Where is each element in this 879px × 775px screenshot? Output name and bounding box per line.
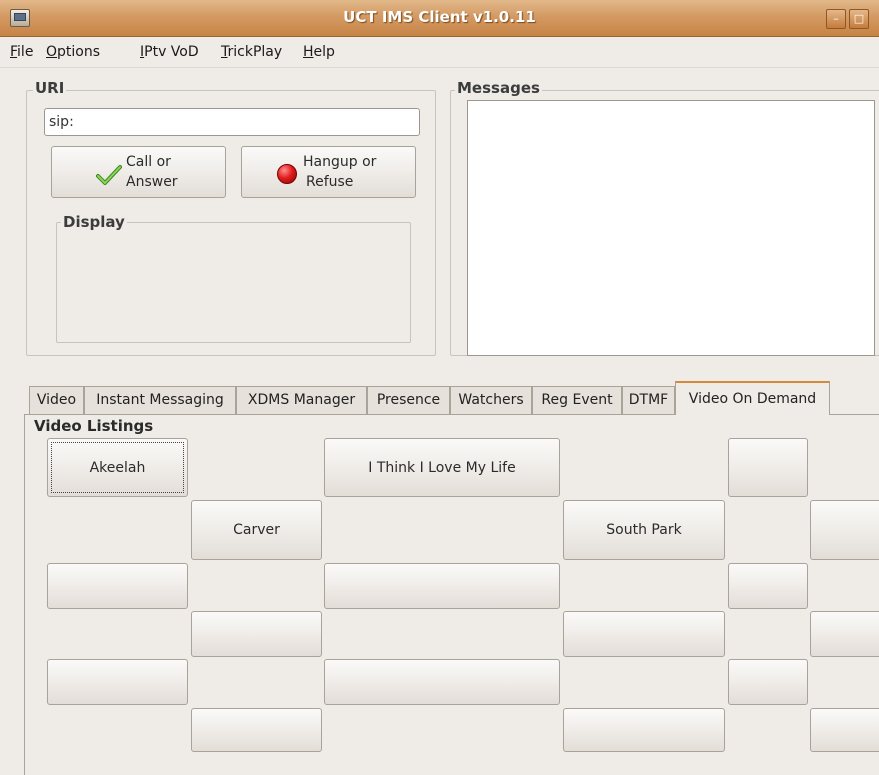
video-button[interactable] [810,500,879,560]
video-button-label: South Park [606,522,682,538]
hangup-label-line2: Refuse [306,174,354,190]
window-title: UCT IMS Client v1.0.11 [343,8,536,26]
video-button[interactable] [47,659,188,705]
video-button[interactable] [324,659,560,705]
menu-iptv-vod[interactable]: IPtv VoD [140,44,199,60]
video-button-akeelah[interactable]: Akeelah [47,438,188,497]
video-button-south-park[interactable]: South Park [563,500,725,560]
video-button-label: Akeelah [89,459,146,476]
video-button-carver[interactable]: Carver [191,500,322,560]
video-button[interactable] [728,563,808,609]
video-button[interactable] [191,611,322,657]
tab-xdms-manager[interactable]: XDMS Manager [236,386,367,414]
tab-watchers[interactable]: Watchers [450,386,532,414]
menu-options[interactable]: Options [46,44,100,60]
video-button-label: Carver [233,522,280,538]
uri-group-label: URI [33,79,67,97]
tab-presence[interactable]: Presence [367,386,450,414]
hangup-refuse-button[interactable]: Hangup or Refuse [241,146,416,198]
video-button[interactable] [728,438,808,497]
check-icon [96,165,122,185]
call-label-line2: Answer [126,174,178,190]
messages-textarea[interactable] [467,100,875,356]
video-listings-label: Video Listings [34,417,154,435]
tab-video-on-demand[interactable]: Video On Demand [675,381,830,415]
red-circle-icon [277,164,297,184]
video-button[interactable] [563,708,725,752]
menu-file[interactable]: File [10,44,33,60]
video-button[interactable] [810,708,879,752]
tab-video[interactable]: Video [29,386,84,414]
display-group [56,222,411,343]
tab-reg-event[interactable]: Reg Event [532,386,622,414]
video-button[interactable] [324,563,560,609]
menu-trickplay[interactable]: TrickPlay [221,44,282,60]
tab-instant-messaging[interactable]: Instant Messaging [84,386,236,414]
call-label-line1: Call or [126,154,171,170]
video-button[interactable] [810,611,879,657]
video-button-label: I Think I Love My Life [368,459,516,476]
video-button[interactable] [191,708,322,752]
tab-dtmf[interactable]: DTMF [622,386,675,414]
call-answer-button[interactable]: Call or Answer [51,146,226,198]
title-bar: UCT IMS Client v1.0.11 – □ [0,0,879,37]
video-button[interactable] [47,563,188,609]
video-button[interactable] [563,611,725,657]
video-button[interactable] [728,659,808,705]
display-group-label: Display [61,213,127,231]
menu-bar: File Options IPtv VoD TrickPlay Help [0,37,879,68]
minimize-button[interactable]: – [826,9,846,29]
hangup-label-line1: Hangup or [303,154,377,170]
menu-help[interactable]: Help [303,44,335,60]
maximize-button[interactable]: □ [849,9,869,29]
video-button-i-think-i-love-my-life[interactable]: I Think I Love My Life [324,438,560,497]
messages-group-label: Messages [455,79,542,97]
uri-input[interactable] [44,108,420,136]
